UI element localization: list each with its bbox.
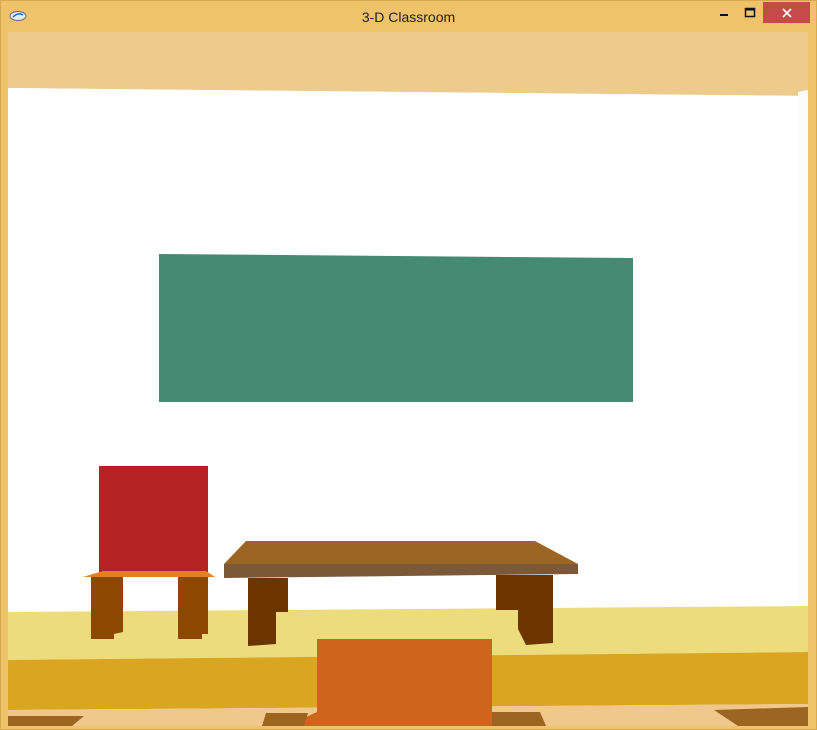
classroom-scene	[8, 32, 808, 726]
desk-top	[224, 541, 578, 564]
maximize-icon	[744, 7, 756, 17]
foreground-desk-center	[262, 713, 308, 726]
close-button[interactable]	[763, 2, 810, 23]
chair-back	[99, 466, 208, 572]
minimize-icon	[720, 13, 728, 16]
window-title: 3-D Classroom	[361, 9, 456, 25]
title-bar[interactable]: 3-D Classroom	[1, 1, 816, 32]
side-wall	[798, 90, 808, 606]
render-viewport[interactable]	[8, 32, 808, 726]
chair-leg-left	[91, 577, 123, 639]
ceiling	[8, 32, 808, 96]
app-window: 3-D Classroom	[0, 0, 817, 730]
chalkboard	[159, 254, 633, 402]
foreground-desk-left	[8, 716, 84, 726]
window-border-right	[808, 32, 816, 726]
close-icon	[781, 7, 792, 18]
foreground-desk-center-right	[492, 712, 546, 726]
chair-leg-right	[178, 577, 208, 639]
minimize-button[interactable]	[711, 2, 737, 23]
maximize-button[interactable]	[737, 2, 763, 23]
chair-seat	[83, 571, 215, 577]
